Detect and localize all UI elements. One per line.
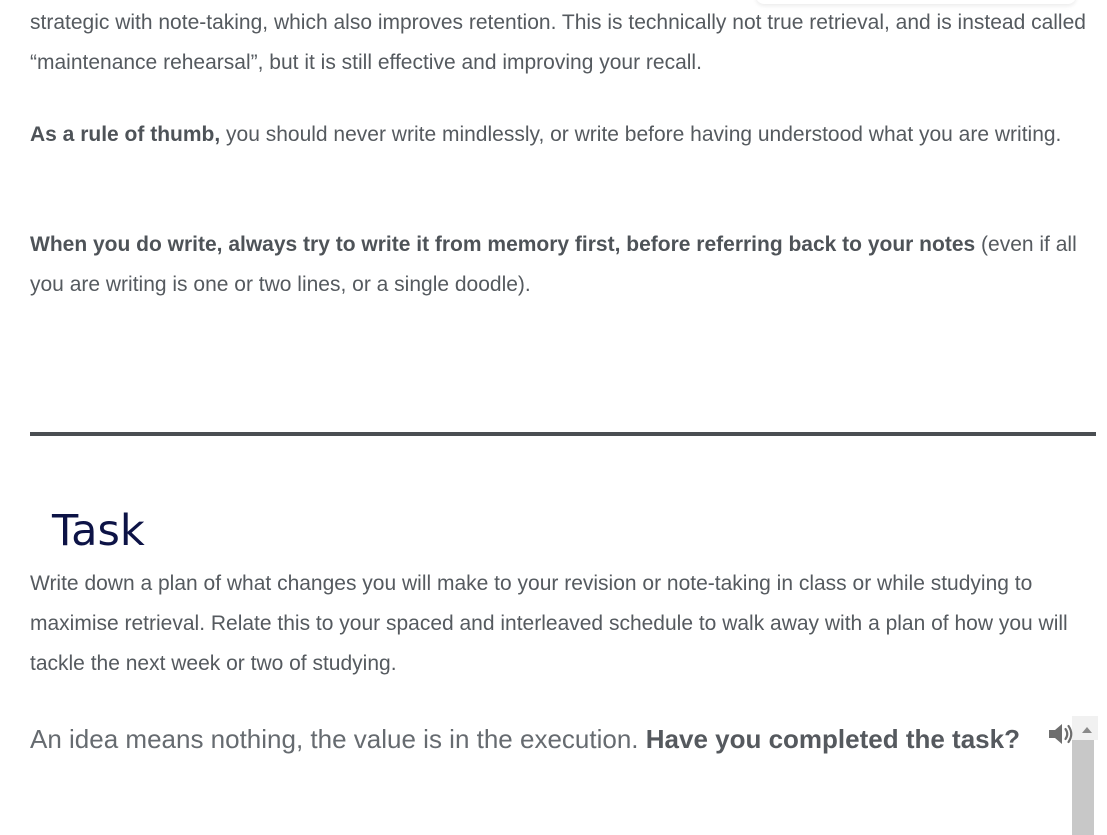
paragraph-bold-lead: When you do write, always try to write i…	[30, 233, 976, 256]
paragraph-rule-of-thumb: As a rule of thumb, you should never wri…	[30, 115, 1100, 155]
task-heading: Task	[52, 506, 145, 556]
section-divider	[30, 432, 1096, 436]
audio-player-widget	[1044, 716, 1098, 835]
scrollbar-thumb[interactable]	[1072, 740, 1094, 835]
paragraph-text: you should never write mindlessly, or wr…	[220, 123, 1062, 146]
task-description: Write down a plan of what changes you wi…	[30, 572, 1068, 675]
completion-question: An idea means nothing, the value is in t…	[30, 716, 1020, 762]
paragraph-write-from-memory: When you do write, always try to write i…	[30, 225, 1100, 305]
paragraph-text: strategic with note-taking, which also i…	[30, 11, 1086, 74]
question-bold-text: Have you completed the task?	[645, 724, 1020, 754]
scroll-up-arrow-icon[interactable]	[1080, 724, 1094, 736]
paragraph-bold-lead: As a rule of thumb,	[30, 123, 221, 146]
question-plain-text: An idea means nothing, the value is in t…	[30, 724, 646, 754]
speaker-icon[interactable]	[1046, 720, 1078, 748]
paragraph-maintenance-rehearsal: strategic with note-taking, which also i…	[30, 3, 1100, 83]
